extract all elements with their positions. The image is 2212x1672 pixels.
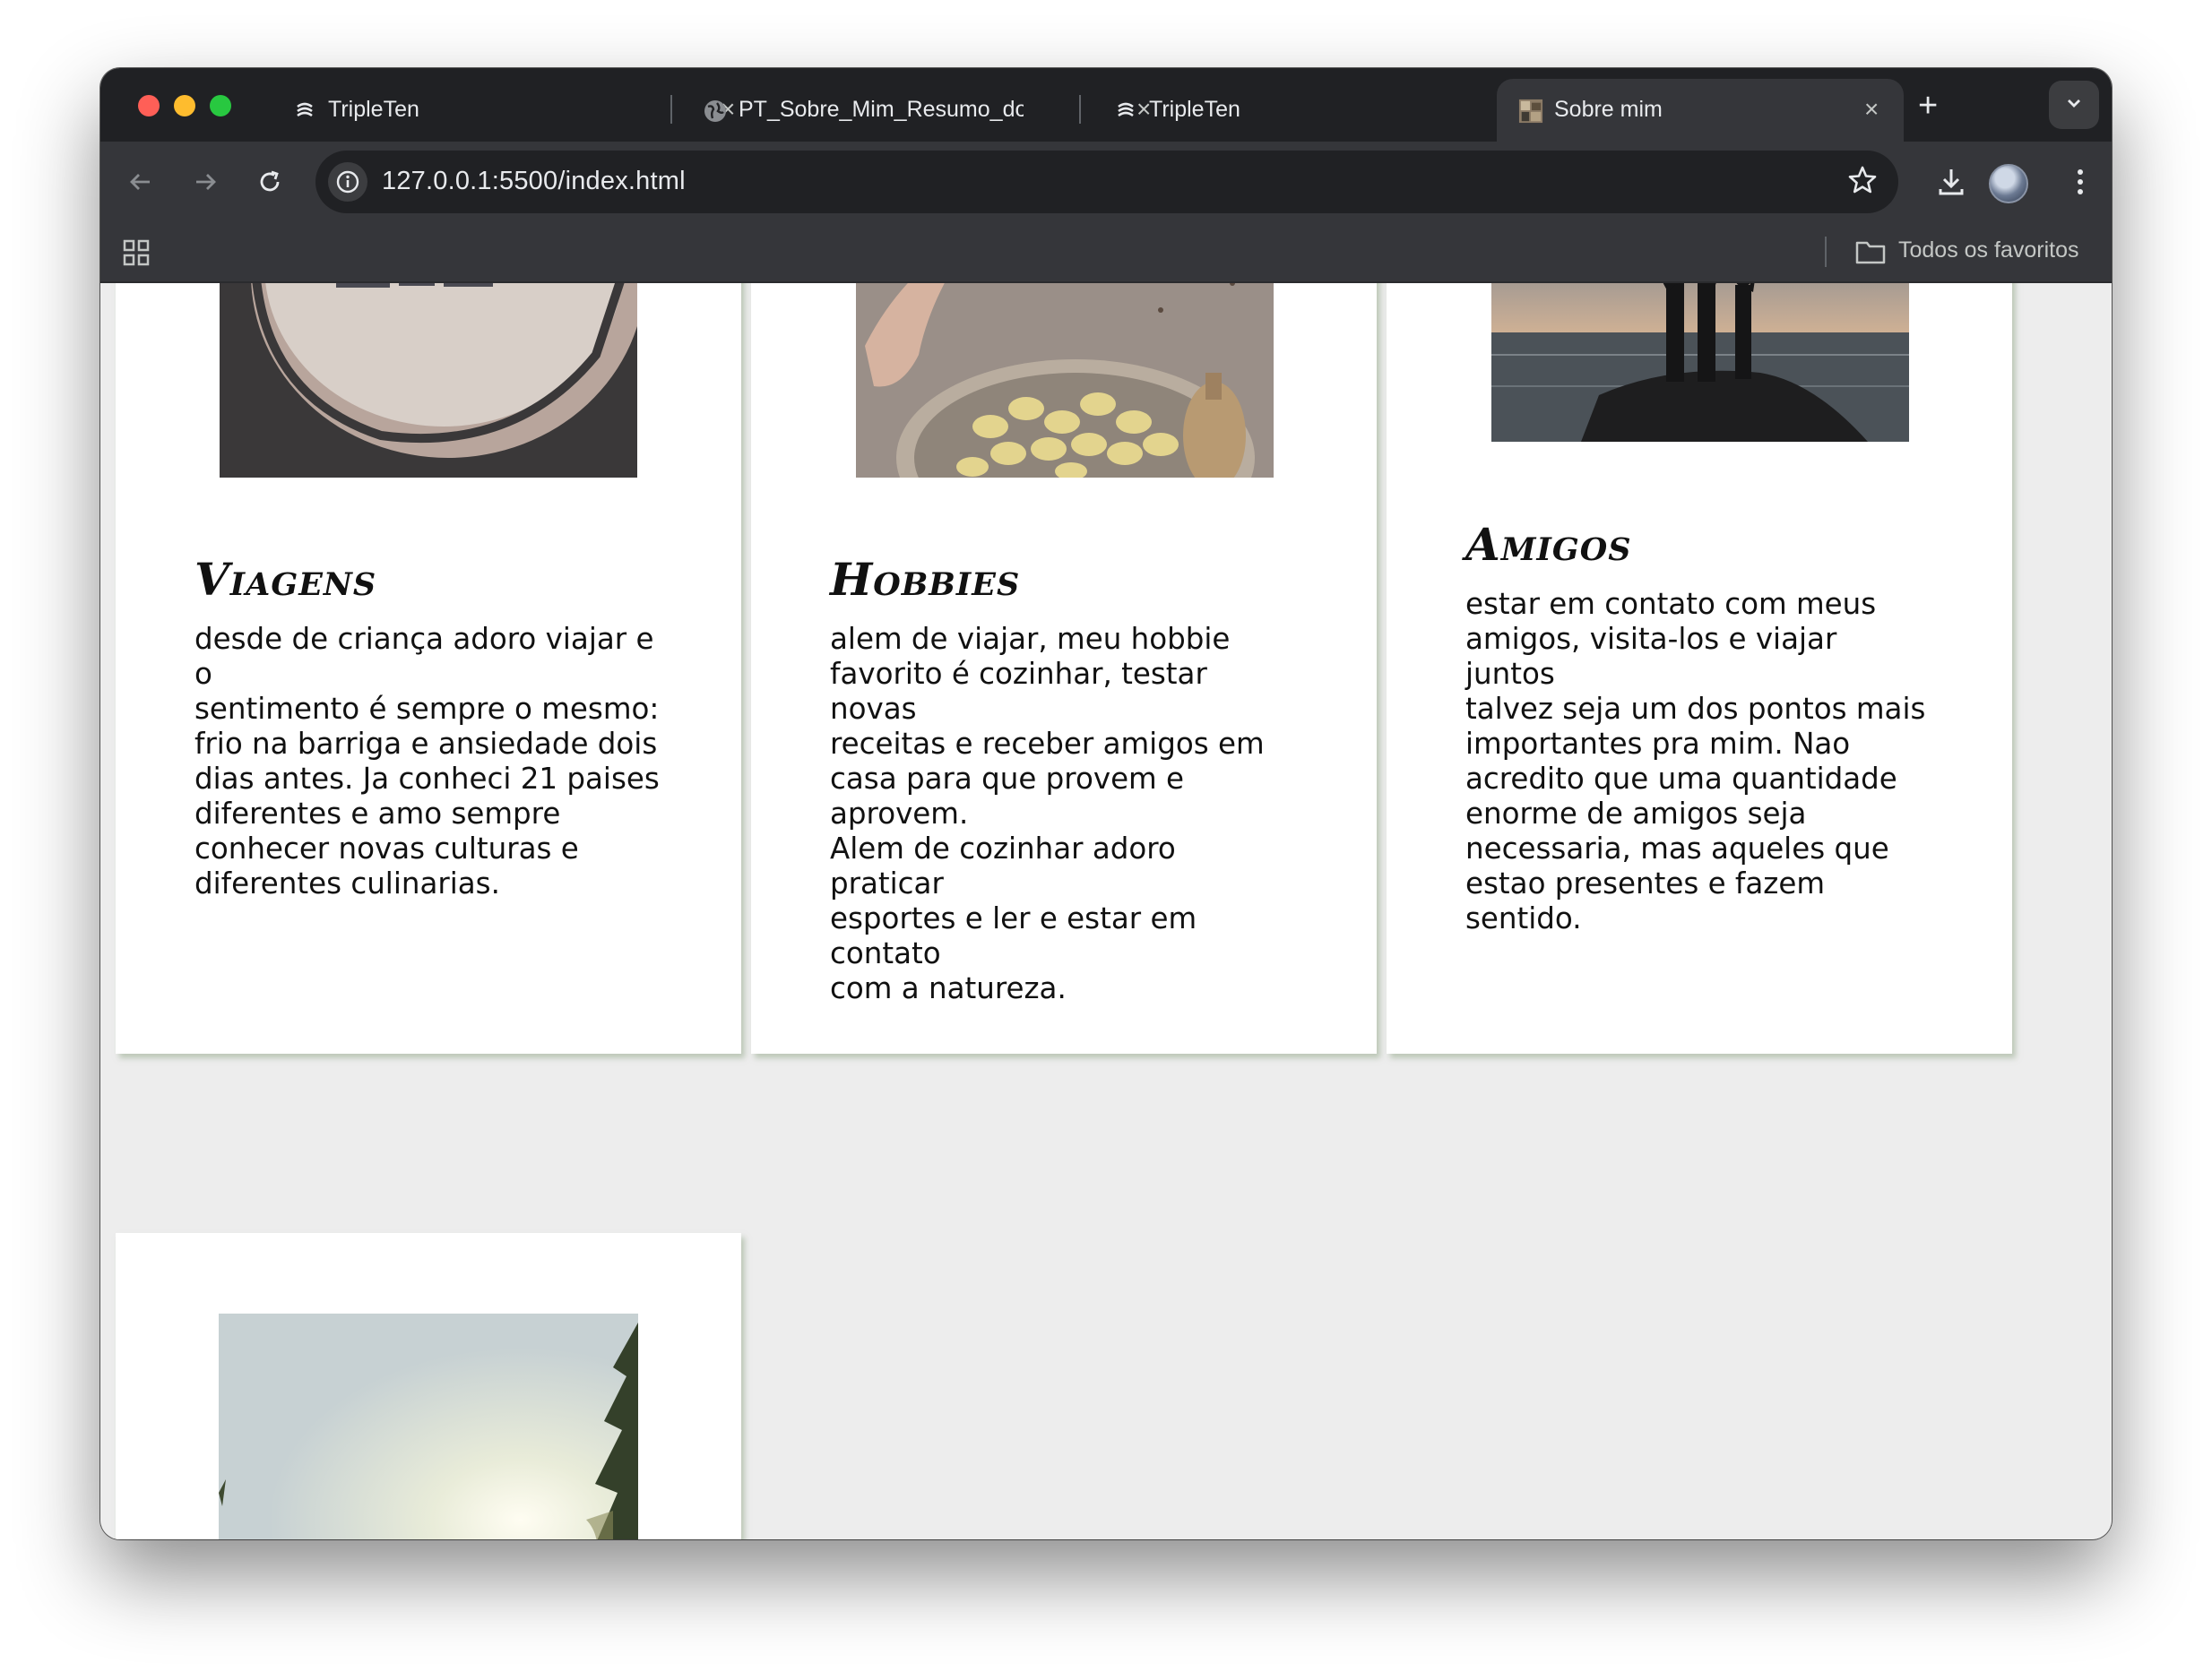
site-info-icon[interactable] — [328, 162, 367, 202]
new-tab-button[interactable]: + — [1918, 88, 1938, 124]
card-text-line: estar em contato com meus — [1465, 587, 1877, 621]
tripleten-icon — [292, 99, 317, 124]
close-tab-icon[interactable]: × — [1864, 97, 1879, 122]
card-text-line: frio na barriga e ansiedade dois — [194, 727, 658, 761]
apps-grid-icon[interactable] — [122, 238, 151, 271]
bookmark-star-icon[interactable] — [1846, 164, 1879, 201]
card-text-line: esportes e ler e estar em contato — [830, 901, 1197, 970]
card-title: Viagens — [194, 553, 377, 606]
card-amigos: Amigos estar em contato com meus amigos,… — [1387, 283, 2012, 1054]
card-fourth — [116, 1233, 741, 1539]
tab-title: TripleTen — [1149, 97, 1240, 122]
card-text: desde de criança adoro viajar e o sentim… — [194, 622, 661, 901]
all-bookmarks-link[interactable]: Todos os favoritos — [1898, 237, 2079, 263]
card-text-line: Alem de cozinhar adoro praticar — [830, 832, 1176, 901]
card-text-line: necessaria, mas aqueles que — [1465, 832, 1889, 866]
card-viagens: Viagens desde de criança adoro viajar e … — [116, 283, 741, 1054]
maximize-window-button[interactable] — [210, 95, 231, 116]
close-window-button[interactable] — [138, 95, 160, 116]
friends-silhouette-photo — [1491, 283, 1909, 442]
card-text-line: estao presentes e fazem sentido. — [1465, 866, 1825, 935]
browser-toolbar: 127.0.0.1:5500/index.html — [100, 142, 2112, 222]
card-text-line: sentimento é sempre o mesmo: — [194, 692, 660, 726]
address-bar[interactable]: 127.0.0.1:5500/index.html — [315, 151, 1898, 213]
url-text[interactable]: 127.0.0.1:5500/index.html — [382, 167, 686, 196]
gnocchi-plate-photo — [856, 283, 1274, 478]
card-text: alem de viajar, meu hobbie favorito é co… — [830, 622, 1296, 1006]
tab-strip: TripleTen × PT_Sobre_Mim_Resumo_do × Tri… — [100, 68, 2112, 142]
page-thumbnail-icon — [1518, 99, 1543, 124]
reload-button[interactable] — [251, 163, 289, 201]
card-text: estar em contato com meus amigos, visita… — [1465, 587, 1931, 936]
bookmarks-bar: Todos os favoritos — [100, 222, 2112, 283]
globe-icon — [703, 99, 728, 124]
card-text-line: importantes pra mim. Nao — [1465, 727, 1851, 761]
folder-icon — [1855, 238, 1886, 270]
tab-search-button[interactable] — [2049, 81, 2099, 129]
download-icon[interactable] — [1931, 161, 1972, 203]
card-text-line: alem de viajar, meu hobbie — [830, 622, 1231, 656]
arrow-left-icon — [130, 174, 150, 190]
chevron-down-icon — [2064, 93, 2084, 117]
tab-separator — [1079, 95, 1081, 124]
card-text-line: favorito é cozinhar, testar novas — [830, 657, 1207, 726]
profile-avatar[interactable] — [1989, 164, 2028, 203]
minimize-window-button[interactable] — [174, 95, 195, 116]
card-text-line: com a natureza. — [830, 971, 1067, 1005]
tab-title: PT_Sobre_Mim_Resumo_do — [739, 97, 1024, 122]
card-text-line: conhecer novas culturas e — [194, 832, 579, 866]
more-menu-icon[interactable] — [2060, 161, 2101, 203]
tab-sobre-mim[interactable]: Sobre mim × — [1497, 79, 1904, 142]
card-hobbies: Hobbies alem de viajar, meu hobbie favor… — [751, 283, 1377, 1054]
bookmarks-separator — [1825, 237, 1827, 267]
tripleten-icon — [1113, 99, 1138, 124]
card-text-line: desde de criança adoro viajar e o — [194, 622, 654, 691]
card-text-line: casa para que provem e aprovem. — [830, 762, 1185, 831]
card-text-line: acredito que uma quantidade — [1465, 762, 1897, 796]
tab-title: Sobre mim — [1554, 97, 1663, 122]
card-title: Amigos — [1465, 518, 1632, 571]
card-text-line: receitas e receber amigos em — [830, 727, 1265, 761]
forest-sunlight-photo — [219, 1314, 638, 1539]
tab-separator — [670, 95, 672, 124]
airplane-window-photo — [220, 283, 637, 478]
card-text-line: enorme de amigos seja — [1465, 797, 1807, 831]
card-text-line: talvez seja um dos pontos mais — [1465, 692, 1926, 726]
reload-icon — [260, 170, 280, 192]
tab-title: TripleTen — [328, 97, 419, 122]
forward-button[interactable] — [186, 163, 224, 201]
page-viewport[interactable]: Viagens desde de criança adoro viajar e … — [100, 283, 2112, 1539]
card-title: Hobbies — [830, 553, 1021, 606]
card-text-line: amigos, visita-los e viajar juntos — [1465, 622, 1837, 691]
back-button[interactable] — [122, 163, 160, 201]
card-text-line: dias antes. Ja conheci 21 paises — [194, 762, 660, 796]
card-text-line: diferentes culinarias. — [194, 866, 500, 901]
card-text-line: diferentes e amo sempre — [194, 797, 561, 831]
browser-window: TripleTen × PT_Sobre_Mim_Resumo_do × Tri… — [100, 68, 2112, 1539]
arrow-right-icon — [196, 174, 216, 190]
